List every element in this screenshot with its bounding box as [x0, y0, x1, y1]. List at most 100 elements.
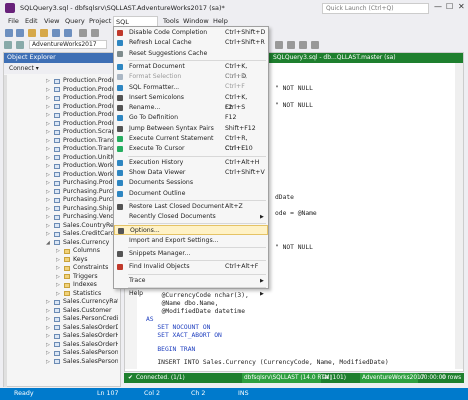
save-icon[interactable]	[52, 29, 60, 37]
toolbar-icon[interactable]	[287, 41, 295, 49]
close-button[interactable]: ✕	[458, 2, 465, 11]
tree-folder-item[interactable]: ▷ Keys	[4, 256, 118, 265]
toolbar-icon[interactable]	[311, 41, 319, 49]
expand-arrow-icon[interactable]: ▷	[46, 111, 50, 120]
redo-icon[interactable]	[91, 29, 99, 37]
forward-icon[interactable]	[16, 29, 24, 37]
tree-table-item[interactable]: ▷ Purchasing.Product	[4, 179, 118, 188]
tree-table-item[interactable]: ▷ Production.Transac	[4, 137, 118, 146]
menu-item-format-document[interactable]: Format Document Ctrl+K, Ctrl+D	[114, 62, 268, 80]
tree-table-item[interactable]: ▷ Sales.SalesOrderHea	[4, 332, 118, 341]
menu-item-help[interactable]: Help ▶	[114, 289, 268, 299]
menu-edit[interactable]: Edit	[23, 16, 40, 26]
tree-table-item[interactable]: ▷ Production.Product	[4, 103, 118, 112]
menu-item-find-invalid-objects[interactable]: Find Invalid Objects Ctrl+Alt+F	[114, 262, 268, 272]
toolbar-icon[interactable]	[275, 41, 283, 49]
menu-view[interactable]: View	[42, 16, 61, 26]
menu-query[interactable]: Query	[63, 16, 87, 26]
tree-folder-item[interactable]: ▷ Constraints	[4, 264, 118, 273]
database-select[interactable]: AdventureWorks2017	[29, 40, 107, 49]
expand-arrow-icon[interactable]: ▷	[46, 145, 50, 154]
expand-arrow-icon[interactable]: ▷	[46, 298, 50, 307]
expand-arrow-icon[interactable]: ▷	[46, 94, 50, 103]
minimize-button[interactable]: —	[434, 2, 442, 11]
save-all-icon[interactable]	[64, 29, 72, 37]
expand-arrow-icon[interactable]: ▷	[46, 120, 50, 129]
expand-arrow-icon[interactable]: ▷	[56, 256, 60, 265]
menu-item-sql-formatter[interactable]: SQL Formatter...	[114, 83, 268, 93]
menu-item-rename[interactable]: Rename... F2	[114, 103, 268, 113]
expand-arrow-icon[interactable]: ▷	[46, 315, 50, 324]
tree-table-item[interactable]: ▷ Production.Transac	[4, 145, 118, 154]
menu-item-import-and-export-settings[interactable]: Import and Export Settings...	[114, 236, 268, 246]
tree-table-item[interactable]: ▷ Sales.CurrencyRate	[4, 298, 118, 307]
tree-folder-item[interactable]: ▷ Columns	[4, 247, 118, 256]
tree-table-item[interactable]: ▷ Purchasing.Vendor	[4, 213, 118, 222]
tree-folder-item[interactable]: ▷ Triggers	[4, 273, 118, 282]
tree-table-item[interactable]: ▷ Production.WorkOr	[4, 162, 118, 171]
menu-window[interactable]: Window	[181, 16, 211, 26]
menu-item-go-to-definition[interactable]: Go To Definition F12	[114, 113, 268, 123]
expand-arrow-icon[interactable]: ▷	[46, 324, 50, 333]
menu-item-show-data-viewer[interactable]: Show Data Viewer Ctrl+Shift+V	[114, 168, 268, 178]
menu-item-documents-sessions[interactable]: Documents Sessions	[114, 178, 268, 188]
expand-arrow-icon[interactable]: ▷	[46, 205, 50, 214]
tree-table-item[interactable]: ▷ Production.Product	[4, 120, 118, 129]
menu-help[interactable]: Help	[211, 16, 230, 26]
editor-tab[interactable]: SQLQuery3.sql - db...QLLAST.master (sa)	[273, 53, 396, 63]
expand-arrow-icon[interactable]: ▷	[46, 332, 50, 341]
connect-icon[interactable]	[4, 41, 12, 49]
menu-item-jump-between-syntax-pairs[interactable]: Jump Between Syntax Pairs Shift+F12	[114, 124, 268, 134]
menu-item-execute-to-cursor[interactable]: Execute To Cursor Ctrl+F10	[114, 144, 268, 154]
menu-item-execution-history[interactable]: Execution History Ctrl+Alt+H	[114, 158, 268, 168]
toolbar-icon[interactable]	[299, 41, 307, 49]
tree-table-item[interactable]: ▷ Production.Product	[4, 86, 118, 95]
expand-arrow-icon[interactable]: ▷	[46, 213, 50, 222]
expand-arrow-icon[interactable]: ▷	[46, 103, 50, 112]
menu-file[interactable]: File	[6, 16, 21, 26]
expand-arrow-icon[interactable]: ▷	[46, 349, 50, 358]
expand-arrow-icon[interactable]: ▷	[46, 154, 50, 163]
maximize-button[interactable]: ☐	[446, 2, 453, 11]
tree-table-item[interactable]: ▷ Purchasing.ShipMe	[4, 205, 118, 214]
menu-sql-complete[interactable]: SQL Complete	[113, 16, 158, 36]
tree-table-item[interactable]: ▷ Sales.Customer	[4, 307, 118, 316]
tree-table-item[interactable]: ▷ Production.UnitMea	[4, 154, 118, 163]
menu-project[interactable]: Project	[87, 16, 113, 26]
tree-folder-item[interactable]: ▷ Indexes	[4, 281, 118, 290]
menu-item-format-selection[interactable]: Format Selection Ctrl+K, Ctrl+F	[114, 72, 268, 90]
change-connection-icon[interactable]	[16, 41, 24, 49]
expand-arrow-icon[interactable]: ▷	[46, 86, 50, 95]
menu-item-options[interactable]: Options...	[114, 225, 268, 236]
expand-arrow-icon[interactable]: ▷	[46, 222, 50, 231]
tree-table-item[interactable]: ▷ Production.WorkOr	[4, 171, 118, 180]
expand-arrow-icon[interactable]: ▷	[56, 290, 60, 299]
expand-arrow-icon[interactable]: ▷	[46, 137, 50, 146]
menu-item-reset-suggestions-cache[interactable]: Reset Suggestions Cache	[114, 49, 268, 59]
new-query-icon[interactable]	[28, 29, 36, 37]
tree-table-item[interactable]: ▷ Sales.CountryRegio	[4, 222, 118, 231]
menu-item-snippets-manager[interactable]: Snippets Manager...	[114, 249, 268, 259]
tree-table-item[interactable]: ▷ Sales.SalesPerson	[4, 349, 118, 358]
menu-item-recently-closed-documents[interactable]: Recently Closed Documents ▶	[114, 212, 268, 222]
expand-arrow-icon[interactable]: ▷	[46, 171, 50, 180]
expand-arrow-icon[interactable]: ▷	[46, 128, 50, 137]
menu-item-insert-semicolons[interactable]: Insert Semicolons Ctrl+K, Ctrl+S	[114, 93, 268, 111]
expand-arrow-icon[interactable]: ▷	[46, 230, 50, 239]
expand-arrow-icon[interactable]: ▷	[56, 264, 60, 273]
expand-arrow-icon[interactable]: ▷	[56, 247, 60, 256]
tree-table-item[interactable]: ▷ Sales.PersonCreditCa	[4, 315, 118, 324]
tree-scrollbar[interactable]	[4, 75, 7, 387]
quick-launch-input[interactable]: Quick Launch (Ctrl+Q)	[322, 3, 429, 14]
tree-folder-item[interactable]: ▷ Statistics	[4, 290, 118, 299]
tree-table-item[interactable]: ▷ Sales.CreditCard	[4, 230, 118, 239]
expand-arrow-icon[interactable]: ▷	[46, 179, 50, 188]
connect-button[interactable]: Connect ▾	[4, 63, 120, 74]
expand-arrow-icon[interactable]: ▷	[46, 307, 50, 316]
tree-table-item[interactable]: ▷ Production.Product	[4, 77, 118, 86]
expand-arrow-icon[interactable]: ▷	[46, 358, 50, 367]
tree-table-item[interactable]: ▷ Production.Product	[4, 111, 118, 120]
tree-table-item[interactable]: ▷ Sales.SalesPersonQu	[4, 358, 118, 367]
expand-arrow-icon[interactable]: ▷	[46, 196, 50, 205]
menu-item-trace[interactable]: Trace ▶	[114, 276, 268, 286]
